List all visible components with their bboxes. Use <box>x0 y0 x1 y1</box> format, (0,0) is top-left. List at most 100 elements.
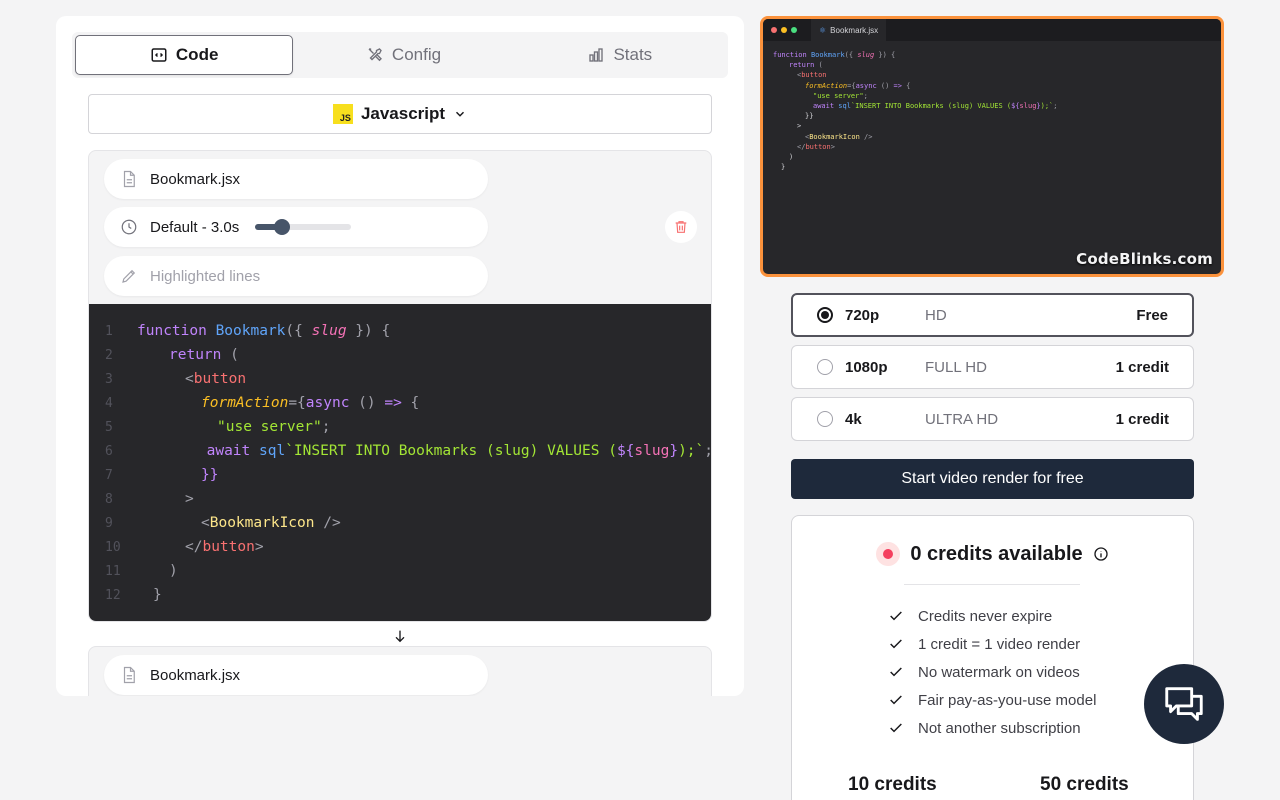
chart-bar-icon <box>589 48 604 62</box>
highlighted-lines-input[interactable]: Highlighted lines <box>104 256 488 296</box>
filename-field[interactable]: Bookmark.jsx <box>104 655 488 695</box>
preview-code-line: await sql`INSERT INTO Bookmarks (slug) V… <box>813 101 1058 110</box>
duration-slider[interactable] <box>255 219 352 235</box>
code-line: 5 "use server"; <box>89 415 711 439</box>
tab-config[interactable]: Config <box>295 32 511 78</box>
resolution-name: 720p <box>845 306 880 324</box>
code-line: 4 formAction={async () => { <box>89 391 711 415</box>
code-token: slug <box>634 443 670 459</box>
credit-pack-50[interactable]: 50 credits <box>1040 774 1129 796</box>
video-preview[interactable]: ⚛ Bookmark.jsx function Bookmark({ slug … <box>760 16 1224 277</box>
window-close-dot <box>771 27 777 33</box>
duration-slider-thumb[interactable] <box>274 219 291 235</box>
filename-text: Bookmark.jsx <box>150 170 241 188</box>
code-token: < <box>201 515 210 531</box>
js-logo-icon: JS <box>332 104 353 124</box>
filename-field[interactable]: Bookmark.jsx <box>104 159 488 199</box>
line-number: 11 <box>105 563 121 579</box>
line-number: 1 <box>105 323 113 339</box>
code-token: ={ <box>288 395 306 411</box>
check-icon <box>890 695 902 705</box>
radio-button[interactable] <box>817 359 833 375</box>
line-number: 12 <box>105 587 121 603</box>
clip-card: Bookmark.jsx <box>88 646 712 696</box>
code-token: { <box>401 395 420 411</box>
radio-button[interactable] <box>817 307 833 323</box>
file-icon <box>123 170 135 188</box>
code-text: function Bookmark({ slug }) { <box>137 323 390 339</box>
duration-field: Default - 3.0s <box>104 207 488 247</box>
code-token: function <box>137 323 207 339</box>
feature-list: Credits never expire 1 credit = 1 video … <box>888 602 1096 742</box>
start-render-button[interactable]: Start video render for free <box>791 459 1194 499</box>
resolution-option-1080p[interactable]: 1080p FULL HD 1 credit <box>791 345 1194 389</box>
delete-clip-button[interactable] <box>665 211 697 243</box>
resolution-desc: FULL HD <box>925 358 987 376</box>
line-number: 8 <box>105 491 113 507</box>
line-number: 2 <box>105 347 113 363</box>
code-token: button <box>193 371 247 387</box>
resolution-option-4k[interactable]: 4k ULTRA HD 1 credit <box>791 397 1194 441</box>
credits-header: 0 credits available <box>792 542 1193 566</box>
resolution-price: 1 credit <box>1115 358 1169 376</box>
code-token: );` <box>678 443 705 459</box>
code-line: 2 return ( <box>89 343 711 367</box>
radio-button[interactable] <box>817 411 833 427</box>
code-line: 10 </button> <box>89 535 711 559</box>
code-token: ; <box>321 419 331 435</box>
line-number: 4 <box>105 395 113 411</box>
window-minimize-dot <box>781 27 787 33</box>
credits-title: 0 credits available <box>910 542 1083 565</box>
resolution-price: 1 credit <box>1115 410 1169 428</box>
code-token: ( <box>221 347 239 363</box>
code-line: 7}} <box>89 463 711 487</box>
code-text: > <box>185 491 194 507</box>
resolution-price: Free <box>1136 306 1168 324</box>
duration-label: Default - 3.0s <box>150 218 240 236</box>
arrow-down-icon <box>395 630 405 643</box>
code-text: formAction={async () => { <box>137 395 419 411</box>
resolution-desc: HD <box>925 306 947 324</box>
code-token: </ <box>185 539 203 555</box>
code-editor[interactable]: 1 function Bookmark({ slug }) { 2 return (… <box>89 304 711 621</box>
code-icon <box>151 48 167 62</box>
clock-icon <box>121 219 137 235</box>
code-token: ; <box>704 443 711 459</box>
line-number: 10 <box>105 539 121 555</box>
preview-code-line: <button <box>797 71 827 80</box>
resolution-name: 4k <box>845 410 862 428</box>
preview-code-line: formAction={async () => { <box>805 81 911 90</box>
preview-code-line: function Bookmark({ slug }) { <box>773 51 896 59</box>
code-text: await sql`INSERT INTO Bookmarks (slug) V… <box>127 443 711 459</box>
code-text: "use server"; <box>137 419 331 435</box>
tab-code[interactable]: Code <box>75 35 294 75</box>
resolution-name: 1080p <box>845 358 888 376</box>
code-token: Bookmark <box>215 323 286 339</box>
line-number: 7 <box>105 467 113 483</box>
resolution-option-720p[interactable]: 720p HD Free <box>791 293 1194 337</box>
code-token: < <box>185 371 194 387</box>
line-number: 6 <box>105 443 113 459</box>
preview-code-line: > <box>797 122 802 131</box>
feature-text: No watermark on videos <box>918 663 1080 681</box>
code-line: 3 <button <box>89 367 711 391</box>
preview-code-line: "use server"; <box>813 91 868 100</box>
code-token: BookmarkIcon <box>209 515 315 531</box>
code-text: ) <box>169 563 178 579</box>
info-icon[interactable] <box>1093 546 1109 562</box>
filename-text: Bookmark.jsx <box>150 666 241 684</box>
code-text: </button> <box>137 539 264 555</box>
credits-card: 0 credits available Credits never expire… <box>791 515 1194 800</box>
code-text: return ( <box>137 347 239 363</box>
language-select[interactable]: JS Javascript <box>88 94 712 134</box>
check-icon <box>890 667 902 677</box>
tab-stats[interactable]: Stats <box>512 32 728 78</box>
code-text: } <box>153 587 162 603</box>
pencil-icon <box>122 269 136 283</box>
credit-pack-10[interactable]: 10 credits <box>848 774 937 796</box>
code-text: <BookmarkIcon /> <box>137 515 341 531</box>
list-item: Fair pay-as-you-use model <box>888 686 1096 714</box>
chat-support-button[interactable] <box>1144 664 1224 744</box>
status-dot <box>876 542 901 566</box>
divider <box>904 584 1080 585</box>
